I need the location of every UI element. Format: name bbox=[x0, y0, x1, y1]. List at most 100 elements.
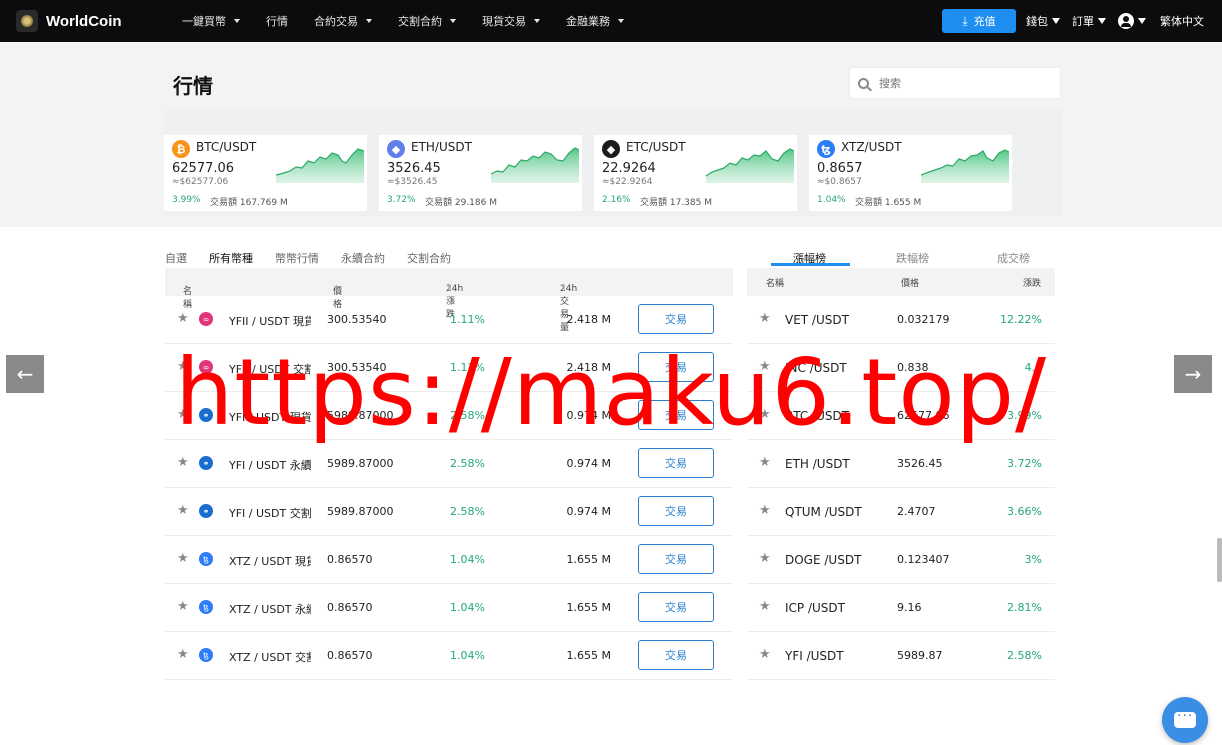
coin-icon: ꜩ bbox=[817, 140, 835, 158]
table-row[interactable]: ★ ꜩ XTZ / USDT 永續 0.86570 1.04% 1.655 M 交易 bbox=[165, 584, 733, 632]
ranking-row[interactable]: ★ VET /USDT 0.032179 12.22% bbox=[747, 296, 1055, 344]
star-icon[interactable]: ★ bbox=[177, 551, 189, 566]
deposit-label: 充值 bbox=[973, 15, 996, 28]
star-icon[interactable]: ★ bbox=[177, 599, 189, 614]
chat-support-button[interactable] bbox=[1162, 697, 1208, 743]
pair-change: 2.58% bbox=[450, 457, 485, 470]
trade-button[interactable]: 交易 bbox=[638, 352, 714, 382]
pair-change: 1.04% bbox=[450, 553, 485, 566]
caret-down-icon bbox=[1098, 18, 1106, 24]
ranking-row[interactable]: ★ ETH /USDT 3526.45 3.72% bbox=[747, 440, 1055, 488]
ticker-card[interactable]: ₿ BTC/USDT 62577.06 ≈$62577.06 3.99% 交易額 167.… bbox=[164, 135, 367, 211]
nav-item[interactable]: 金融業務 bbox=[566, 13, 624, 29]
sparkline-area bbox=[276, 149, 364, 183]
ranking-pair: YFI /USDT bbox=[785, 649, 844, 663]
ticker-card[interactable]: ◆ ETH/USDT 3526.45 ≈$3526.45 3.72% 交易額 29.186… bbox=[379, 135, 582, 211]
star-icon[interactable]: ★ bbox=[759, 503, 771, 518]
table-row[interactable]: ★ ⚭ YFI / USDT 永續 5989.87000 2.58% 0.974 M 交易 bbox=[165, 440, 733, 488]
pair-price: 5989.87000 bbox=[327, 409, 394, 422]
ranking-row[interactable]: ★ BTC /USDT 62577.06 3.99% bbox=[747, 392, 1055, 440]
coin-icon: ⚭ bbox=[199, 456, 213, 470]
market-tab[interactable]: 幣幣行情 bbox=[275, 250, 319, 266]
nav-item[interactable]: 行情 bbox=[266, 13, 288, 29]
deposit-button[interactable]: ⤓ 充值 bbox=[942, 9, 1016, 33]
star-icon[interactable]: ★ bbox=[177, 503, 189, 518]
ranking-row[interactable]: ★ YFI /USDT 5989.87 2.58% bbox=[747, 632, 1055, 680]
nav-item-label: 行情 bbox=[266, 15, 288, 28]
trade-button[interactable]: 交易 bbox=[638, 400, 714, 430]
pair-change: 1.11% bbox=[450, 313, 485, 326]
ticker-card[interactable]: ◆ ETC/USDT 22.9264 ≈$22.9264 2.16% 交易額 17.385… bbox=[594, 135, 797, 211]
table-row[interactable]: ★ ꜩ XTZ / USDT 交割 0.86570 1.04% 1.655 M 交易 bbox=[165, 632, 733, 680]
ticker-volume: 交易額 167.769 M bbox=[210, 198, 288, 208]
table-row[interactable]: ★ ∞ YFII / USDT 現貨 300.53540 1.11% 2.418 M 交易 bbox=[165, 296, 733, 344]
table-row[interactable]: ★ ⚭ YFI / USDT 交割 5989.87000 2.58% 0.974 M 交易 bbox=[165, 488, 733, 536]
star-icon[interactable]: ★ bbox=[177, 455, 189, 470]
next-arrow-button[interactable]: → bbox=[1174, 355, 1212, 393]
tab-losers[interactable]: 跌幅榜 bbox=[896, 250, 929, 266]
ranking-price: 9.16 bbox=[897, 601, 922, 614]
star-icon[interactable]: ★ bbox=[177, 311, 189, 326]
main-nav: 一鍵買幣 行情 合約交易 交割合約 現貨交易 金融業務 bbox=[182, 13, 650, 29]
star-icon[interactable]: ★ bbox=[759, 407, 771, 422]
ticker-card[interactable]: ꜩ XTZ/USDT 0.8657 ≈$0.8657 1.04% 交易額 1.655 M bbox=[809, 135, 1012, 211]
star-icon[interactable]: ★ bbox=[177, 359, 189, 374]
ticker-fiat-price: ≈$62577.06 bbox=[172, 177, 229, 187]
table-row[interactable]: ★ ꜩ XTZ / USDT 現貨 0.86570 1.04% 1.655 M 交易 bbox=[165, 536, 733, 584]
scrollbar-thumb[interactable] bbox=[1217, 538, 1222, 582]
header-actions: ⤓ 充值 錢包 訂單 繁体中文 bbox=[942, 0, 1222, 42]
arrow-left-icon: ← bbox=[16, 362, 34, 386]
orders-menu[interactable]: 訂單 bbox=[1072, 13, 1106, 29]
market-tab[interactable]: 自選 bbox=[165, 250, 187, 266]
star-icon[interactable]: ★ bbox=[759, 359, 771, 374]
sparkline-area bbox=[491, 148, 579, 183]
pair-name: YFI / USDT 現貨 bbox=[229, 411, 311, 424]
prev-arrow-button[interactable]: ← bbox=[6, 355, 44, 393]
caret-down-icon bbox=[234, 19, 240, 23]
trade-button[interactable]: 交易 bbox=[638, 592, 714, 622]
search-icon bbox=[858, 77, 869, 89]
star-icon[interactable]: ★ bbox=[759, 551, 771, 566]
search-input[interactable] bbox=[879, 76, 1039, 90]
ranking-row[interactable]: ★ DOGE /USDT 0.123407 3% bbox=[747, 536, 1055, 584]
wallet-menu[interactable]: 錢包 bbox=[1026, 13, 1060, 29]
star-icon[interactable]: ★ bbox=[759, 647, 771, 662]
market-table-header: 名稱 ⇕ 價格 ⇕ 24h漲跌 ⇕ 24h交易量 ⇕ bbox=[165, 268, 733, 333]
pair-volume: 0.974 M bbox=[566, 505, 611, 518]
brand[interactable]: WorldCoin bbox=[16, 10, 176, 32]
search-box[interactable] bbox=[849, 67, 1061, 99]
trade-button[interactable]: 交易 bbox=[638, 544, 714, 574]
nav-item[interactable]: 現貨交易 bbox=[482, 13, 540, 29]
market-tab[interactable]: 永續合約 bbox=[341, 250, 385, 266]
table-row[interactable]: ★ ⚭ YFI / USDT 現貨 5989.87000 2.58% 0.974 M 交易 bbox=[165, 392, 733, 440]
star-icon[interactable]: ★ bbox=[177, 407, 189, 422]
sparkline-chart bbox=[921, 149, 1009, 183]
table-row[interactable]: ★ ∞ YFII / USDT 交割 300.53540 1.11% 2.418 M 交易 bbox=[165, 344, 733, 392]
ticker-change: 3.72% bbox=[387, 195, 416, 205]
market-tab[interactable]: 交割合約 bbox=[407, 250, 451, 266]
trade-button[interactable]: 交易 bbox=[638, 448, 714, 478]
rank-col-price: 價格 bbox=[901, 279, 920, 289]
nav-item[interactable]: 交割合約 bbox=[398, 13, 456, 29]
nav-item-label: 現貨交易 bbox=[482, 15, 526, 28]
nav-item[interactable]: 一鍵買幣 bbox=[182, 13, 240, 29]
star-icon[interactable]: ★ bbox=[759, 311, 771, 326]
pair-name: YFII / USDT 交割 bbox=[229, 363, 311, 376]
ranking-row[interactable]: ★ INC /USDT 0.838 4.5 bbox=[747, 344, 1055, 392]
star-icon[interactable]: ★ bbox=[759, 599, 771, 614]
trade-button[interactable]: 交易 bbox=[638, 496, 714, 526]
coin-icon: ◆ bbox=[387, 140, 405, 158]
coin-icon: ꜩ bbox=[199, 600, 213, 614]
user-menu[interactable] bbox=[1118, 13, 1146, 29]
ranking-row[interactable]: ★ QTUM /USDT 2.4707 3.66% bbox=[747, 488, 1055, 536]
star-icon[interactable]: ★ bbox=[177, 647, 189, 662]
trade-button[interactable]: 交易 bbox=[638, 640, 714, 670]
trade-button[interactable]: 交易 bbox=[638, 304, 714, 334]
market-tab[interactable]: 所有幣種 bbox=[209, 250, 253, 271]
star-icon[interactable]: ★ bbox=[759, 455, 771, 470]
tab-volume[interactable]: 成交榜 bbox=[997, 250, 1030, 266]
nav-item[interactable]: 合約交易 bbox=[314, 13, 372, 29]
language-switcher[interactable]: 繁体中文 bbox=[1160, 13, 1204, 29]
ranking-row[interactable]: ★ ICP /USDT 9.16 2.81% bbox=[747, 584, 1055, 632]
pair-price: 300.53540 bbox=[327, 361, 387, 374]
